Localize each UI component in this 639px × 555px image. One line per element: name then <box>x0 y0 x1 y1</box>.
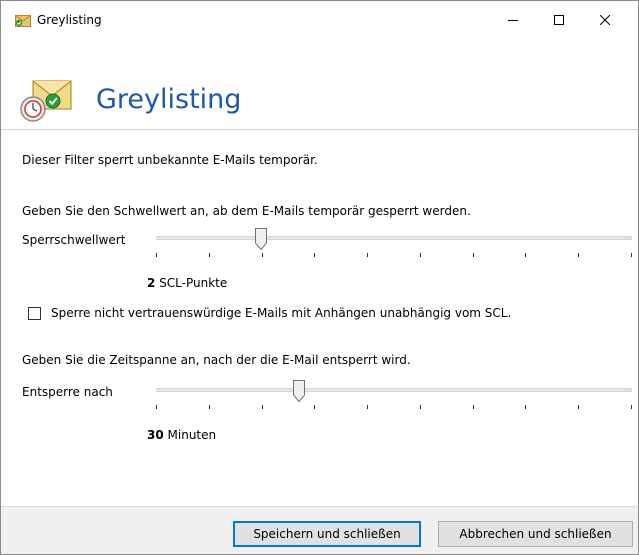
release-unit: Minuten <box>167 428 217 442</box>
slider-tick <box>156 253 157 257</box>
slider-tick <box>420 405 421 409</box>
scl-slider-label: Sperrschwellwert <box>22 233 126 247</box>
slider-track <box>156 236 632 240</box>
slider-tick <box>367 405 368 409</box>
attachment-block-checkbox[interactable] <box>28 307 41 320</box>
slider-tick <box>525 405 526 409</box>
slider-tick <box>525 253 526 257</box>
slider-thumb[interactable] <box>254 228 267 250</box>
slider-tick <box>578 253 579 257</box>
filter-description: Dieser Filter sperrt unbekannte E-Mails … <box>22 153 318 167</box>
slider-tick <box>209 253 210 257</box>
minimize-icon <box>508 20 518 21</box>
slider-tick <box>473 253 474 257</box>
slider-tick <box>631 405 632 409</box>
slider-thumb[interactable] <box>292 380 305 402</box>
scl-value: 2 <box>147 276 156 290</box>
slider-tick <box>631 253 632 257</box>
attachment-block-label[interactable]: Sperre nicht vertrauenswürdige E-Mails m… <box>51 305 511 321</box>
slider-tick <box>262 405 263 409</box>
page-title: Greylisting <box>96 84 242 115</box>
release-instruction: Geben Sie die Zeitspanne an, nach der di… <box>22 353 411 367</box>
slider-track <box>156 388 632 392</box>
slider-tick <box>262 253 263 257</box>
slider-tick <box>578 405 579 409</box>
slider-tick <box>156 405 157 409</box>
slider-tick <box>420 253 421 257</box>
envelope-check-icon <box>15 15 31 27</box>
slider-tick <box>314 405 315 409</box>
maximize-button[interactable] <box>536 1 582 39</box>
cancel-close-button[interactable]: Abbrechen und schließen <box>438 521 633 547</box>
title-bar[interactable]: Greylisting <box>1 1 638 39</box>
dialog-footer: Speichern und schließen Abbrechen und sc… <box>1 506 638 554</box>
minimize-button[interactable] <box>490 1 536 39</box>
close-button[interactable] <box>582 1 628 39</box>
slider-tick <box>473 405 474 409</box>
release-slider-label: Entsperre nach <box>22 385 113 399</box>
scl-threshold-slider[interactable] <box>156 228 632 258</box>
close-icon <box>600 15 610 25</box>
release-value: 30 <box>147 428 164 442</box>
scl-instruction: Geben Sie den Schwellwert an, ab dem E-M… <box>22 204 471 218</box>
window-title: Greylisting <box>37 13 102 27</box>
slider-tick <box>209 405 210 409</box>
slider-tick <box>314 253 315 257</box>
envelope-check-icon <box>20 80 72 122</box>
release-time-slider[interactable] <box>156 380 632 410</box>
dialog-header: Greylisting <box>1 39 638 130</box>
maximize-icon <box>554 15 564 25</box>
greylisting-dialog: Greylisting Greylisting Dieser Filter sp… <box>0 0 639 555</box>
dialog-content: Dieser Filter sperrt unbekannte E-Mails … <box>1 130 638 506</box>
scl-value-text: 2 SCL-Punkte <box>147 275 227 291</box>
save-close-button[interactable]: Speichern und schließen <box>233 521 421 547</box>
scl-unit: SCL-Punkte <box>159 276 228 290</box>
slider-tick <box>367 253 368 257</box>
release-value-text: 30 Minuten <box>147 427 216 443</box>
